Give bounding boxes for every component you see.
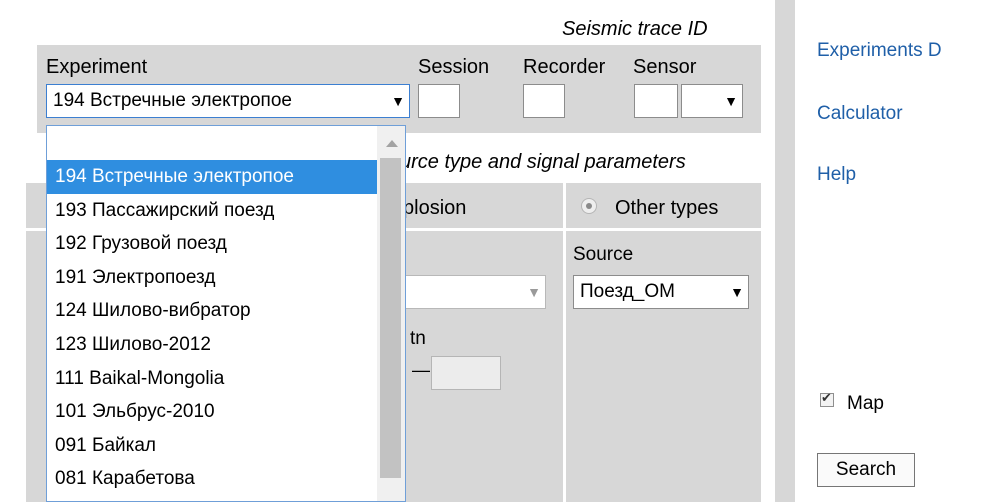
experiment-option[interactable]: 124 Шилово-вибратор [47, 294, 377, 328]
experiment-option[interactable]: 123 Шилово-2012 [47, 328, 377, 362]
map-label: Map [847, 393, 884, 414]
chevron-down-icon: ▼ [527, 284, 541, 300]
help-link[interactable]: Help [817, 164, 856, 186]
checkmark-icon: ✔ [821, 390, 832, 405]
experiment-option[interactable]: 194 Встречные электропое [47, 160, 377, 194]
sensor-component-select[interactable]: ▼ [681, 84, 743, 118]
calculator-link[interactable]: Calculator [817, 103, 903, 125]
sensor-label: Sensor [633, 56, 697, 78]
experiment-option[interactable]: 101 Эльбрус-2010 [47, 395, 377, 429]
session-input[interactable] [418, 84, 460, 118]
recorder-input[interactable] [523, 84, 565, 118]
experiments-database-link[interactable]: Experiments D [817, 40, 942, 62]
source-section-title: urce type and signal parameters [400, 151, 686, 173]
recorder-label: Recorder [523, 56, 606, 78]
source-select[interactable]: Поезд_ОМ ▼ [573, 275, 749, 309]
session-label: Session [418, 56, 490, 78]
chevron-down-icon: ▼ [391, 93, 405, 109]
explosion-radio-label: plosion [403, 197, 467, 219]
panel-divider [563, 183, 566, 502]
sensor-input[interactable] [634, 84, 678, 118]
chevron-down-icon: ▼ [730, 284, 744, 300]
experiment-dropdown-list: 194 Встречные электропое 193 Пассажирски… [46, 125, 406, 502]
experiment-select-value: 194 Встречные электропое [53, 90, 292, 111]
experiment-option[interactable]: 091 Байкал [47, 429, 377, 463]
experiment-option[interactable]: 111 Baikal-Mongolia [47, 362, 377, 396]
experiment-option[interactable]: 081 Карабетова [47, 462, 377, 496]
experiment-option[interactable]: 193 Пассажирский поезд [47, 194, 377, 228]
seismic-trace-id-title: Seismic trace ID [562, 18, 708, 40]
chevron-down-icon: ▼ [724, 93, 738, 109]
experiment-select[interactable]: 194 Встречные электропое ▼ [46, 84, 410, 118]
scroll-up-arrow-icon[interactable] [386, 140, 398, 147]
source-label: Source [573, 244, 634, 265]
experiment-option[interactable]: 191 Электропоезд [47, 261, 377, 295]
map-checkbox[interactable]: ✔ [820, 390, 834, 407]
tn-label: tn [410, 328, 426, 349]
tn-dash: — [412, 360, 430, 380]
dropdown-scrollbar[interactable] [377, 126, 405, 501]
experiment-option[interactable]: 192 Грузовой поезд [47, 227, 377, 261]
scrollbar-thumb[interactable] [380, 158, 401, 478]
experiment-label: Experiment [46, 56, 148, 78]
other-types-radio[interactable] [581, 198, 597, 214]
search-button[interactable]: Search [817, 453, 915, 487]
tn-input[interactable] [431, 356, 501, 390]
dropdown-blank-item[interactable] [47, 126, 377, 160]
source-select-value: Поезд_ОМ [580, 281, 675, 302]
other-types-label: Other types [615, 197, 719, 219]
sidebar-divider [775, 0, 795, 502]
